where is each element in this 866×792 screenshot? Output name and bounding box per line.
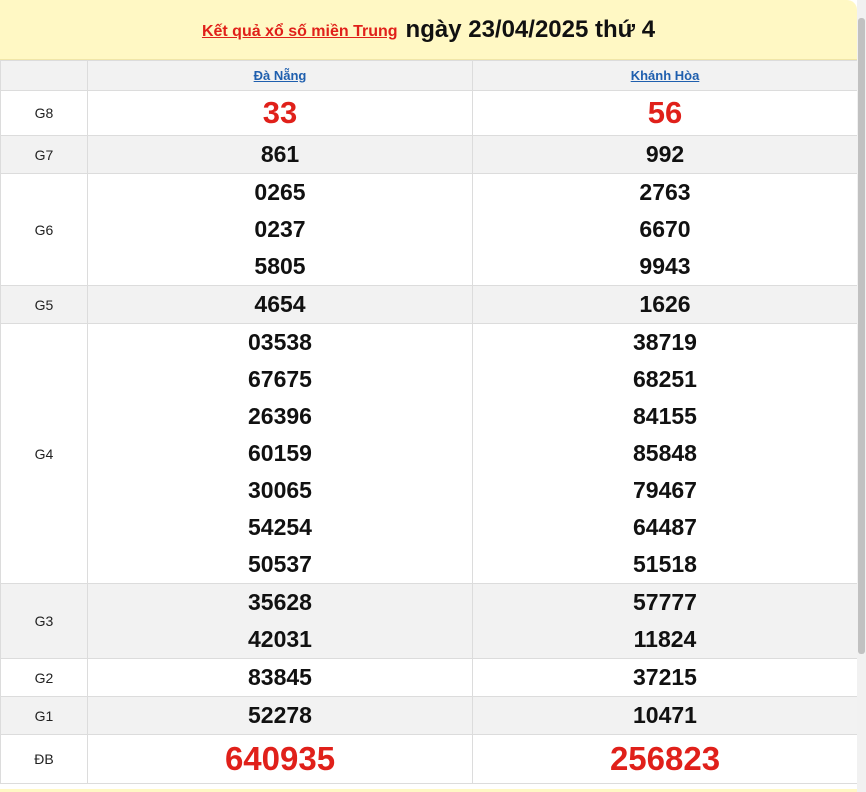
result-cell-khanh-hoa: 992: [472, 135, 858, 174]
result-cell-da-nang: 0265 0237 5805: [87, 173, 473, 286]
special-prize-number: 256823: [609, 740, 721, 777]
result-cell-khanh-hoa: 57777 11824: [472, 583, 858, 659]
prize-row-g8: G8 33 56: [0, 90, 858, 136]
result-cell-khanh-hoa: 10471: [472, 696, 858, 735]
result-number: 50537: [248, 551, 312, 577]
result-cell-khanh-hoa: 37215: [472, 658, 858, 697]
result-number: 33: [262, 95, 298, 130]
result-number: 54254: [248, 514, 312, 540]
result-cell-khanh-hoa: 2763 6670 9943: [472, 173, 858, 286]
result-number: 0237: [254, 216, 306, 242]
result-number: 03538: [248, 329, 312, 355]
prize-row-g5: G5 4654 1626: [0, 285, 858, 324]
result-cell-da-nang: 640935: [87, 734, 473, 784]
result-number: 51518: [633, 551, 697, 577]
result-number: 79467: [633, 477, 697, 503]
prize-column-header: [0, 60, 88, 91]
results-header: Kết quả xổ số miền Trung ngày 23/04/2025…: [0, 0, 857, 60]
result-number: 11824: [633, 626, 697, 652]
result-number: 42031: [248, 626, 312, 652]
result-number: 85848: [633, 440, 697, 466]
scrollbar-thumb[interactable]: [858, 18, 865, 654]
result-number: 5805: [254, 253, 306, 279]
prize-label: G5: [0, 285, 88, 324]
special-prize-number: 640935: [224, 740, 336, 777]
prize-row-g6: G6 0265 0237 5805 2763 6670 9943: [0, 173, 858, 286]
result-number: 992: [645, 141, 685, 167]
result-number: 30065: [248, 477, 312, 503]
result-cell-da-nang: 52278: [87, 696, 473, 735]
result-number: 1626: [639, 291, 691, 317]
result-cell-da-nang: 83845: [87, 658, 473, 697]
prize-row-g3: G3 35628 42031 57777 11824: [0, 583, 858, 659]
result-number: 57777: [633, 589, 697, 615]
province-link-da-nang[interactable]: Đà Nẵng: [254, 68, 307, 83]
result-number: 4654: [254, 291, 306, 317]
prize-label: G3: [0, 583, 88, 659]
result-number: 10471: [633, 702, 697, 728]
result-cell-da-nang: 35628 42031: [87, 583, 473, 659]
prize-row-g4: G4 03538 67675 26396 60159 30065 54254 5…: [0, 323, 858, 584]
prize-label: G4: [0, 323, 88, 584]
province-header-da-nang: Đà Nẵng: [87, 60, 473, 91]
prize-label: G1: [0, 696, 88, 735]
vertical-scrollbar[interactable]: [857, 0, 866, 792]
province-link-khanh-hoa[interactable]: Khánh Hòa: [631, 68, 700, 83]
result-cell-khanh-hoa: 56: [472, 90, 858, 136]
result-cell-khanh-hoa: 256823: [472, 734, 858, 784]
result-cell-da-nang: 33: [87, 90, 473, 136]
prize-row-special: ĐB 640935 256823: [0, 734, 858, 784]
result-number: 9943: [639, 253, 691, 279]
draw-date-title: ngày 23/04/2025 thứ 4: [405, 15, 656, 43]
prize-label: G8: [0, 90, 88, 136]
result-cell-da-nang: 4654: [87, 285, 473, 324]
result-number: 67675: [248, 366, 312, 392]
prize-label: G7: [0, 135, 88, 174]
prize-label: G2: [0, 658, 88, 697]
result-number: 64487: [633, 514, 697, 540]
result-number: 60159: [248, 440, 312, 466]
prize-row-g7: G7 861 992: [0, 135, 858, 174]
result-number: 35628: [248, 589, 312, 615]
region-results-link[interactable]: Kết quả xổ số miền Trung: [202, 23, 398, 41]
result-number: 6670: [639, 216, 691, 242]
result-cell-da-nang: 03538 67675 26396 60159 30065 54254 5053…: [87, 323, 473, 584]
result-number: 26396: [248, 403, 312, 429]
result-number: 0265: [254, 179, 306, 205]
result-number: 83845: [248, 664, 312, 690]
result-number: 56: [647, 95, 683, 130]
result-number: 68251: [633, 366, 697, 392]
result-number: 2763: [639, 179, 691, 205]
result-number: 38719: [633, 329, 697, 355]
prize-row-g1: G1 52278 10471: [0, 696, 858, 735]
province-header-khanh-hoa: Khánh Hòa: [472, 60, 858, 91]
result-cell-da-nang: 861: [87, 135, 473, 174]
result-cell-khanh-hoa: 38719 68251 84155 85848 79467 64487 5151…: [472, 323, 858, 584]
results-panel: Kết quả xổ số miền Trung ngày 23/04/2025…: [0, 0, 858, 792]
results-table: Đà Nẵng Khánh Hòa G8 33 56 G7 861 992 G6…: [0, 60, 858, 784]
prize-label: ĐB: [0, 734, 88, 784]
result-number: 84155: [633, 403, 697, 429]
result-number: 37215: [633, 664, 697, 690]
prize-label: G6: [0, 173, 88, 286]
result-number: 861: [260, 141, 300, 167]
result-number: 52278: [248, 702, 312, 728]
prize-row-g2: G2 83845 37215: [0, 658, 858, 697]
result-cell-khanh-hoa: 1626: [472, 285, 858, 324]
table-header-row: Đà Nẵng Khánh Hòa: [0, 60, 858, 91]
